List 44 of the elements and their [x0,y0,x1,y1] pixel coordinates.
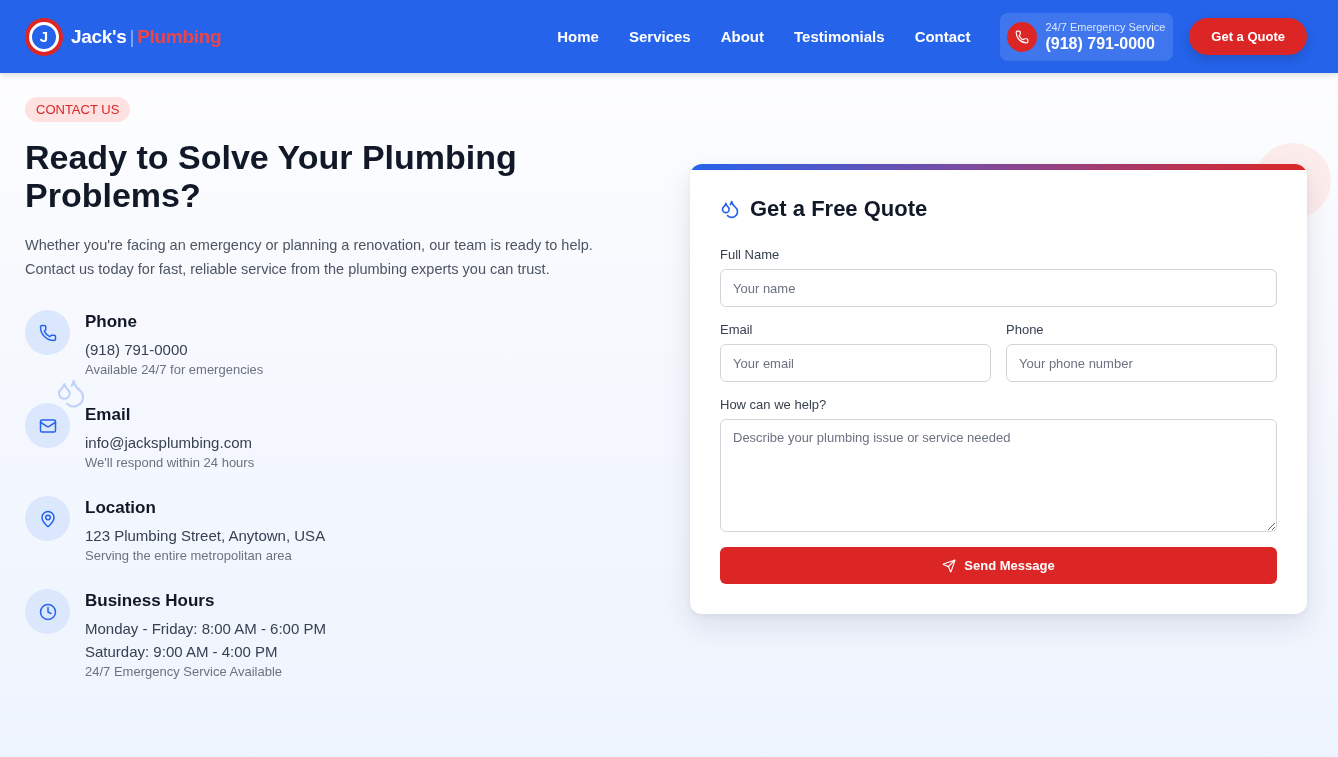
logo-mark: J [25,17,63,56]
droplets-icon [720,199,740,219]
intro-text: Whether you're facing an emergency or planning a renovation, our team is ready to help. Contact us today for fast, reliable service from the plumbing experts you can trust. [25,236,594,279]
input-field[interactable]: Your name [720,269,1277,307]
phone-icon [1007,21,1038,52]
mail-icon [25,403,70,448]
contact-note: We'll respond within 24 hours [85,454,255,472]
nav-link[interactable]: Testimonials [794,28,885,45]
emergency-phone: (918) 791-0000 [1045,33,1156,54]
contact-detail: (918) 791-0000 [85,340,189,360]
nav-link[interactable]: About [720,28,765,45]
contact-detail: Saturday: 9:00 AM - 4:00 PM [85,642,279,662]
droplets-icon [55,377,87,409]
field-label: How can we help? [720,396,828,414]
phone-icon [25,310,70,355]
message-field[interactable]: Describe your plumbing issue or service needed [720,419,1277,532]
section-heading: Ready to Solve Your Plumbing Problems? [25,138,518,214]
brand-name: Jack's|Plumbing [71,25,222,48]
send-button[interactable]: Send Message [720,547,1277,584]
field-label: Email [720,321,754,339]
contact-detail: Monday - Friday: 8:00 AM - 6:00 PM [85,619,326,639]
contact-detail: 123 Plumbing Street, Anytown, USA [85,526,326,546]
contact-title: Phone [85,311,138,333]
map-pin-icon [25,496,70,541]
contact-title: Email [85,404,132,426]
input-field[interactable]: Your email [720,344,991,382]
section-tag: CONTACT US [25,97,131,122]
field-label: Full Name [720,246,781,264]
card-title: Get a Free Quote [750,195,928,223]
field-label: Phone [1006,321,1045,339]
quote-button[interactable]: Get a Quote [1189,18,1307,55]
contact-note: 24/7 Emergency Service Available [85,663,284,681]
contact-note: Serving the entire metropolitan area [85,547,293,565]
nav-link[interactable]: Contact [914,28,971,45]
contact-detail: info@jacksplumbing.com [85,433,253,453]
contact-title: Business Hours [85,590,216,612]
emergency-label: 24/7 Emergency Service [1045,19,1166,34]
nav-link[interactable]: Services [628,28,691,45]
nav-link[interactable]: Home [557,28,599,45]
input-field[interactable]: Your phone number [1006,344,1277,382]
contact-note: Available 24/7 for emergencies [85,361,264,379]
contact-title: Location [85,497,157,519]
send-icon [942,558,957,573]
clock-icon [25,589,70,634]
